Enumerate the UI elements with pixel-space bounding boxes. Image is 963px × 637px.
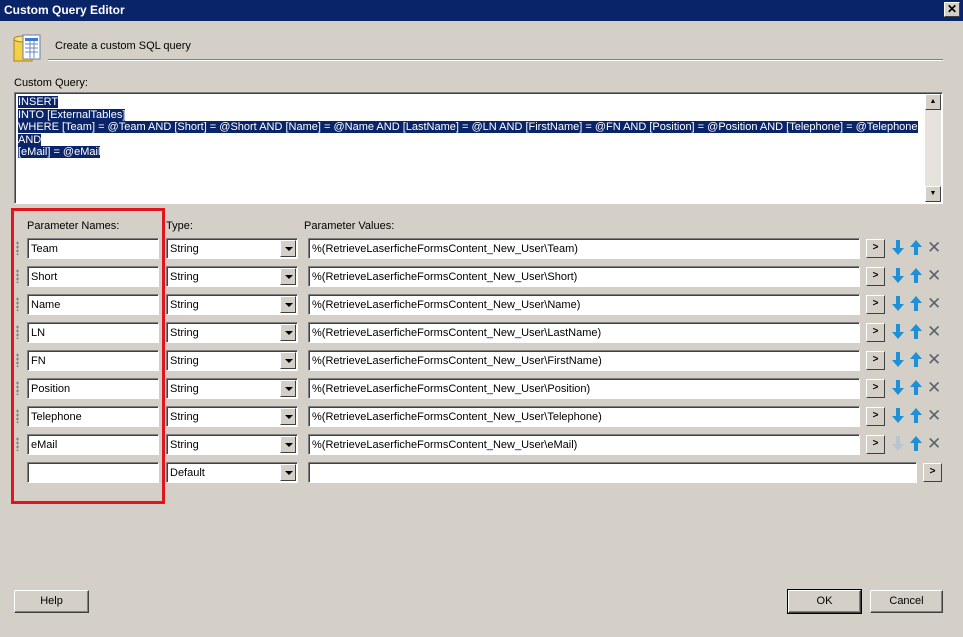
chevron-down-icon[interactable] (280, 324, 296, 341)
header-subtitle: Create a custom SQL query (55, 40, 191, 52)
delete-x-icon[interactable]: ✕ (927, 266, 941, 285)
type-select-value: String (170, 271, 199, 283)
delete-x-icon[interactable]: ✕ (927, 322, 941, 341)
scroll-up-button[interactable]: ▲ (925, 94, 941, 110)
browse-button[interactable]: > (866, 379, 885, 398)
browse-button[interactable]: > (866, 295, 885, 314)
help-button[interactable]: Help (14, 590, 89, 613)
cancel-button[interactable]: Cancel (870, 590, 943, 613)
query-line: INTO [ExternalTables] (18, 108, 126, 121)
type-select-value: String (170, 355, 199, 367)
arrow-down-icon[interactable] (891, 378, 905, 397)
parameter-value-input[interactable]: %(RetrieveLaserficheFormsContent_New_Use… (308, 434, 860, 455)
delete-x-icon[interactable]: ✕ (927, 434, 941, 453)
query-text: INSERT INTO [ExternalTables] WHERE [Team… (18, 96, 926, 159)
delete-x-icon[interactable]: ✕ (927, 238, 941, 257)
arrow-up-icon[interactable] (909, 350, 923, 369)
arrow-up-icon[interactable] (909, 322, 923, 341)
browse-button[interactable]: > (866, 435, 885, 454)
chevron-down-icon[interactable] (280, 436, 296, 453)
parameter-value-input[interactable]: %(RetrieveLaserficheFormsContent_New_Use… (308, 238, 860, 259)
type-header: Type: (166, 220, 193, 232)
arrow-down-icon[interactable] (891, 294, 905, 313)
query-line: [eMail] = @eMail (18, 146, 101, 158)
parameter-values-header: Parameter Values: (304, 220, 395, 232)
query-line: WHERE [Team] = @Team AND [Short] = @Shor… (18, 121, 918, 146)
parameter-value-input[interactable]: %(RetrieveLaserficheFormsContent_New_Use… (308, 378, 860, 399)
arrow-up-icon[interactable] (909, 378, 923, 397)
type-select[interactable]: String (166, 434, 298, 455)
scroll-down-button[interactable]: ▼ (925, 186, 941, 202)
browse-button[interactable]: > (866, 323, 885, 342)
type-select[interactable]: String (166, 378, 298, 399)
type-select-value: String (170, 439, 199, 451)
type-select-value: String (170, 327, 199, 339)
chevron-down-icon[interactable] (280, 408, 296, 425)
type-select[interactable]: String (166, 406, 298, 427)
browse-button[interactable]: > (866, 267, 885, 286)
type-select-value: String (170, 383, 199, 395)
type-select-value: String (170, 243, 199, 255)
browse-button[interactable]: > (866, 351, 885, 370)
parameter-value-input[interactable]: %(RetrieveLaserficheFormsContent_New_Use… (308, 406, 860, 427)
chevron-down-icon[interactable] (280, 464, 296, 481)
title-bar: Custom Query Editor ✕ (0, 0, 963, 21)
chevron-down-icon[interactable] (280, 380, 296, 397)
delete-x-icon[interactable]: ✕ (927, 406, 941, 425)
type-select-value: Default (170, 467, 205, 479)
parameter-value-input[interactable]: %(RetrieveLaserficheFormsContent_New_Use… (308, 266, 860, 287)
query-scrollbar[interactable]: ▲ ▼ (925, 94, 941, 202)
arrow-up-icon[interactable] (909, 266, 923, 285)
arrow-up-icon[interactable] (909, 294, 923, 313)
query-line: INSERT (18, 96, 59, 108)
browse-button[interactable]: > (923, 463, 942, 482)
database-icon (13, 34, 41, 62)
type-select[interactable]: String (166, 350, 298, 371)
window-title: Custom Query Editor (4, 3, 125, 17)
close-icon: ✕ (946, 2, 958, 16)
chevron-down-icon[interactable] (280, 240, 296, 257)
highlight-box (11, 208, 165, 504)
custom-query-label: Custom Query: (14, 77, 88, 89)
arrow-up-icon[interactable] (909, 406, 923, 425)
arrow-down-icon[interactable] (891, 406, 905, 425)
arrow-down-icon[interactable] (891, 350, 905, 369)
parameter-value-input[interactable]: %(RetrieveLaserficheFormsContent_New_Use… (308, 294, 860, 315)
type-select[interactable]: String (166, 266, 298, 287)
chevron-down-icon[interactable] (280, 268, 296, 285)
parameter-value-input[interactable] (308, 462, 917, 483)
parameter-value-input[interactable]: %(RetrieveLaserficheFormsContent_New_Use… (308, 322, 860, 343)
arrow-down-icon[interactable] (891, 266, 905, 285)
delete-x-icon[interactable]: ✕ (927, 378, 941, 397)
type-select[interactable]: String (166, 294, 298, 315)
delete-x-icon[interactable]: ✕ (927, 350, 941, 369)
type-select[interactable]: String (166, 238, 298, 259)
browse-button[interactable]: > (866, 407, 885, 426)
chevron-down-icon[interactable] (280, 352, 296, 369)
close-button[interactable]: ✕ (944, 2, 960, 17)
header-divider (48, 59, 943, 61)
type-select-value: String (170, 299, 199, 311)
type-select[interactable]: Default (166, 462, 298, 483)
chevron-down-icon[interactable] (280, 296, 296, 313)
ok-button[interactable]: OK (787, 589, 862, 614)
custom-query-textarea[interactable]: INSERT INTO [ExternalTables] WHERE [Team… (14, 92, 943, 204)
browse-button[interactable]: > (866, 239, 885, 258)
arrow-up-icon[interactable] (909, 238, 923, 257)
type-select[interactable]: String (166, 322, 298, 343)
arrow-down-icon[interactable] (891, 322, 905, 341)
arrow-down-icon[interactable] (891, 238, 905, 257)
arrow-down-icon[interactable] (891, 434, 905, 453)
delete-x-icon[interactable]: ✕ (927, 294, 941, 313)
type-select-value: String (170, 411, 199, 423)
arrow-up-icon[interactable] (909, 434, 923, 453)
parameter-value-input[interactable]: %(RetrieveLaserficheFormsContent_New_Use… (308, 350, 860, 371)
